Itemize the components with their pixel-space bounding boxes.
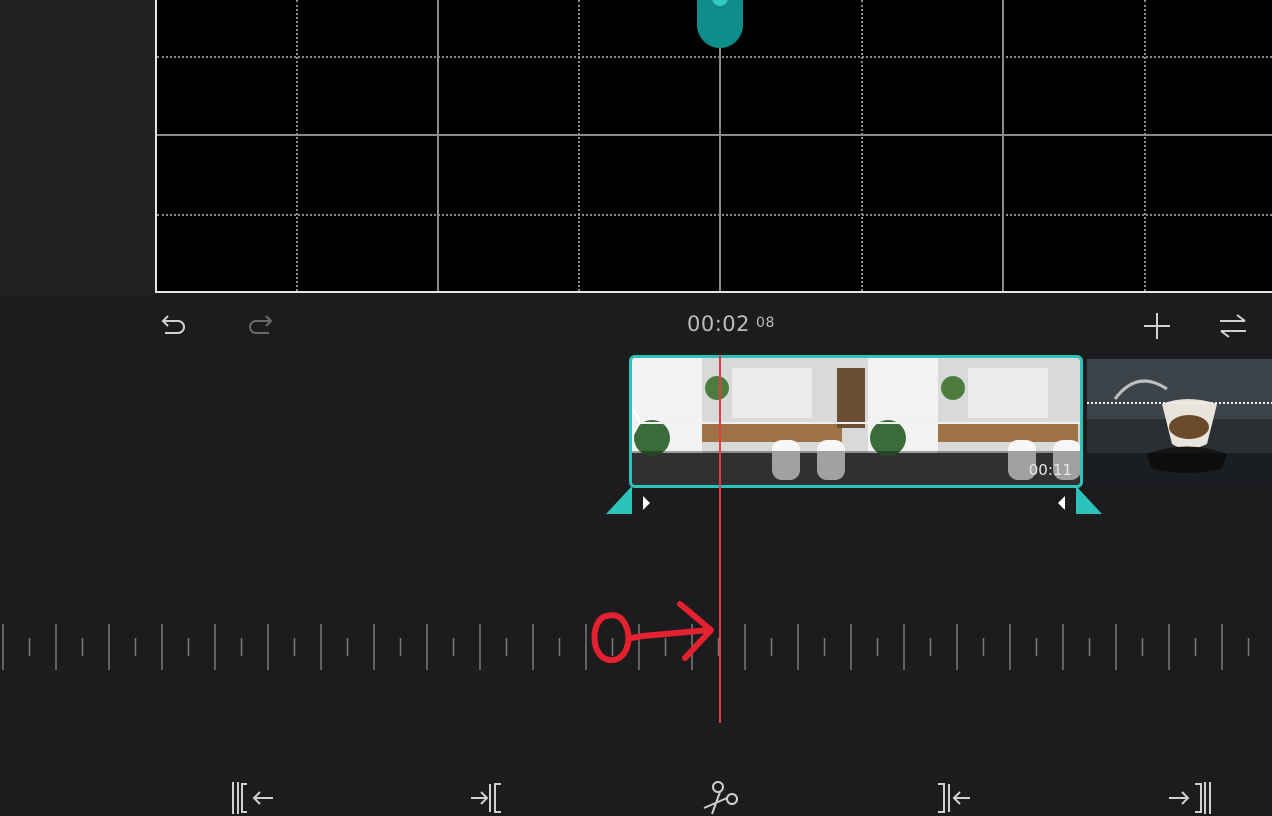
timecode-frames: 08 <box>756 315 775 331</box>
selected-video-clip[interactable]: 00:11 <box>629 355 1083 488</box>
split-scissors-icon[interactable] <box>698 778 742 816</box>
trim-in-icon[interactable] <box>467 778 507 816</box>
grid-line <box>296 0 298 291</box>
timecode-main: 00:02 <box>687 312 751 336</box>
grid-line <box>578 0 580 291</box>
trim-handle-right[interactable] <box>1054 484 1102 516</box>
trim-start-icon[interactable] <box>229 778 277 816</box>
left-panel <box>0 0 155 295</box>
trim-handle-left[interactable] <box>606 484 654 516</box>
video-preview[interactable] <box>155 0 1272 293</box>
red-arrow-annotation <box>591 601 714 663</box>
grid-line <box>157 214 1272 216</box>
trim-end-icon[interactable] <box>1166 778 1214 816</box>
audio-level-line <box>632 422 1080 424</box>
swap-icon[interactable] <box>1218 313 1248 339</box>
grid-line <box>437 0 439 291</box>
clip-duration: 00:11 <box>1028 461 1072 479</box>
grid-line <box>1144 0 1146 291</box>
trim-out-icon[interactable] <box>934 778 974 816</box>
next-video-clip[interactable] <box>1087 359 1272 485</box>
grid-line <box>157 134 1272 136</box>
redo-icon[interactable] <box>244 312 274 338</box>
plus-icon[interactable] <box>1142 311 1172 341</box>
grid-line <box>861 0 863 291</box>
grid-line <box>1002 0 1004 291</box>
grid-line <box>157 56 1272 58</box>
playhead[interactable] <box>719 355 721 723</box>
transition-marker-icon[interactable] <box>629 398 644 446</box>
position-handle[interactable] <box>697 0 743 48</box>
undo-icon[interactable] <box>160 312 190 338</box>
timecode-display: 00:02 08 <box>687 312 775 336</box>
